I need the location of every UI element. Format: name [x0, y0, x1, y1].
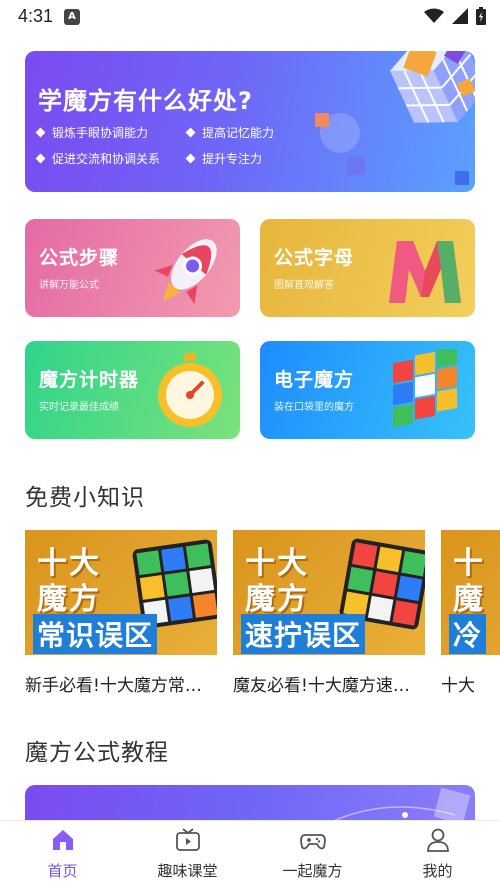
diamond-bullet-icon	[35, 127, 46, 138]
feature-card-subtitle: 讲解万能公式	[39, 280, 99, 291]
tab-home[interactable]: 首页	[0, 821, 125, 888]
feature-card-subtitle: 图解直观解答	[274, 280, 334, 291]
video-title: 新手必看!十大魔方常识误区	[25, 676, 217, 696]
glass-cube-illustration-icon	[315, 51, 475, 185]
stopwatch-icon	[158, 353, 222, 427]
section-heading-tutorials: 魔方公式教程	[25, 740, 169, 766]
bottom-tab-bar: 首页 趣味课堂 一起魔方 我的	[0, 820, 500, 888]
tab-cube-together[interactable]: 一起魔方	[250, 821, 375, 888]
feature-card-subtitle: 装在口袋里的魔方	[274, 402, 354, 413]
hero-bullet: 提升专注力	[185, 150, 307, 167]
thumbnail-tag: 常识误区	[33, 614, 158, 654]
home-icon	[52, 830, 73, 850]
tab-label: 我的	[422, 862, 453, 880]
video-card[interactable]: 十大 魔方 速拧误区 魔友必看!十大魔方速拧误区	[233, 530, 425, 696]
video-thumbnail[interactable]: 十 魔 冷	[441, 530, 500, 655]
status-icons	[424, 7, 486, 25]
gamepad-icon	[299, 834, 326, 850]
feature-card-timer[interactable]: 魔方计时器 实时记录最佳成绩	[25, 341, 240, 439]
feature-card-formula-steps[interactable]: 公式步骤 讲解万能公式	[25, 219, 240, 317]
tutorial-banner[interactable]	[25, 785, 475, 825]
hero-bullet: 促进交流和协调关系	[35, 150, 187, 167]
tab-label: 趣味课堂	[157, 862, 218, 880]
thumbnail-text: 魔方	[37, 582, 101, 617]
feature-card-title: 魔方计时器	[39, 369, 140, 391]
diamond-bullet-icon	[185, 127, 196, 138]
section-heading-free-tips: 免费小知识	[25, 485, 145, 511]
tab-label: 首页	[47, 862, 78, 880]
video-thumbnail[interactable]: 十大 魔方 速拧误区	[233, 530, 425, 655]
person-icon	[426, 828, 449, 852]
signal-icon	[452, 8, 468, 24]
video-title: 魔友必看!十大魔方速拧误区	[233, 676, 425, 696]
wifi-icon	[424, 8, 444, 23]
hero-bullet: 提高记忆能力	[185, 124, 307, 141]
app-notification-icon: A	[64, 9, 80, 25]
feature-card-e-cube[interactable]: 电子魔方 装在口袋里的魔方	[260, 341, 475, 439]
tab-label: 一起魔方	[282, 862, 343, 880]
thumbnail-text: 魔方	[245, 582, 309, 617]
hero-title: 学魔方有什么好处?	[38, 87, 253, 115]
cube-icon	[393, 349, 457, 428]
feature-card-title: 公式字母	[274, 247, 355, 269]
thumbnail-tag: 冷	[449, 614, 487, 654]
video-title: 十大	[441, 676, 475, 696]
diamond-bullet-icon	[35, 153, 46, 164]
feature-card-title: 公式步骤	[39, 247, 120, 269]
feature-card-title: 电子魔方	[274, 369, 355, 391]
hero-bullet: 锻炼手眼协调能力	[35, 124, 187, 141]
tab-mine[interactable]: 我的	[375, 821, 500, 888]
glass-cube-illustration-icon	[324, 787, 471, 825]
status-bar: 4:31 A	[0, 0, 500, 34]
rocket-icon	[154, 239, 217, 305]
status-time: 4:31	[18, 6, 54, 26]
hero-banner[interactable]: 学魔方有什么好处? 锻炼手眼协调能力 提高记忆能力 促进交流和协调关系 提升专注…	[25, 51, 475, 192]
diamond-bullet-icon	[185, 153, 196, 164]
tab-fun-class[interactable]: 趣味课堂	[125, 821, 250, 888]
feature-card-subtitle: 实时记录最佳成绩	[39, 402, 119, 413]
thumbnail-text: 魔	[453, 582, 485, 617]
battery-icon	[476, 7, 486, 25]
video-thumbnail[interactable]: 十大 魔方 常识误区	[25, 530, 217, 655]
tv-icon	[175, 828, 200, 851]
video-card[interactable]: 十大 魔方 常识误区 新手必看!十大魔方常识误区	[25, 530, 217, 696]
video-card[interactable]: 十 魔 冷 十大	[441, 530, 500, 696]
letter-m-icon	[389, 241, 461, 303]
hero-bullet-list: 锻炼手眼协调能力 提高记忆能力 促进交流和协调关系 提升专注力	[35, 124, 307, 167]
feature-card-formula-letters[interactable]: 公式字母 图解直观解答	[260, 219, 475, 317]
thumbnail-tag: 速拧误区	[241, 614, 366, 654]
